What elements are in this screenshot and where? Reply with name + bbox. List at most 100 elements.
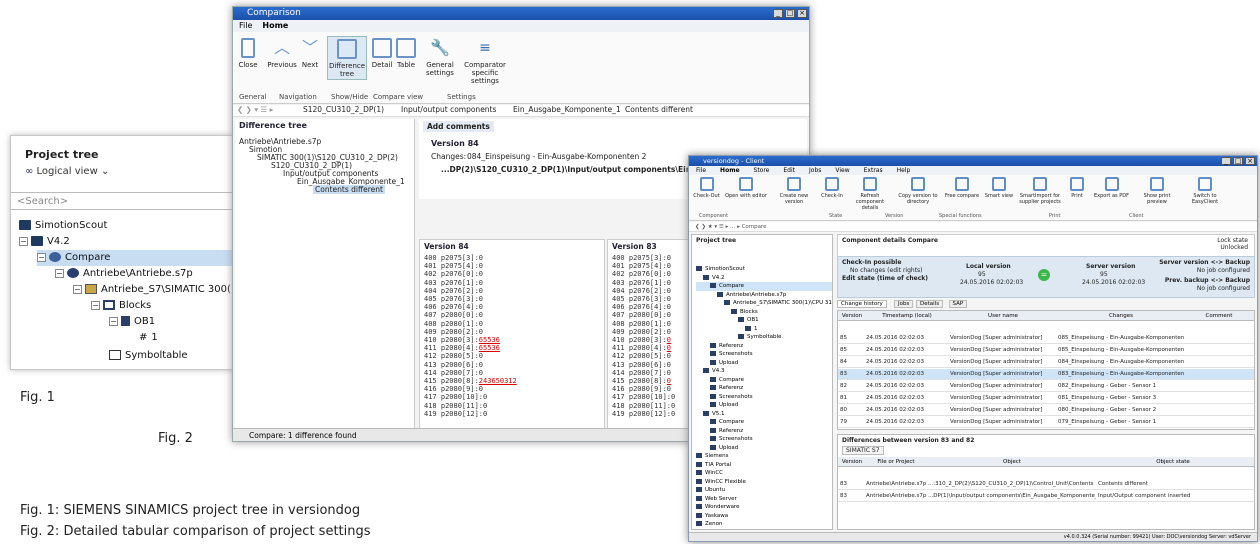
menu-item[interactable]: Home bbox=[720, 167, 739, 174]
ribbon-button[interactable]: SmartImport for supplier projects bbox=[1018, 177, 1062, 205]
tree-item[interactable]: Antriebe_S7\SIMATIC 300(1)\CPU 317 bbox=[696, 299, 832, 308]
tree-item-compare[interactable]: − Compare bbox=[37, 250, 245, 266]
search-input[interactable]: <Search> bbox=[11, 192, 245, 210]
tree-item-project-file[interactable]: − Antriebe\Antriebe.s7p bbox=[55, 266, 193, 282]
breadcrumb-item-3[interactable]: Ein_Ausgabe_Komponente_1 bbox=[513, 105, 621, 114]
next-button[interactable]: ﹀ Next bbox=[299, 38, 321, 69]
column-header[interactable]: Version bbox=[840, 457, 864, 467]
column-header[interactable]: Changes bbox=[1058, 311, 1184, 321]
breadcrumb-item-4[interactable]: Contents different bbox=[625, 105, 693, 114]
close-window-button[interactable]: × bbox=[797, 9, 807, 18]
tree-item[interactable]: Screenshots bbox=[696, 350, 832, 359]
tree-item-ob1[interactable]: − OB1 bbox=[109, 314, 155, 330]
tree-item-network[interactable]: #1 bbox=[139, 330, 158, 346]
tree-item[interactable]: Web Server bbox=[696, 495, 832, 504]
breadcrumb-item-1[interactable]: S120_CU310_2_DP(1) bbox=[303, 105, 384, 114]
menu-item[interactable]: Extras bbox=[864, 167, 883, 174]
difference-tree-button[interactable]: Difference tree bbox=[327, 36, 367, 80]
tree-item[interactable]: Siemens bbox=[696, 452, 832, 461]
tree-item[interactable]: Antriebe\Antriebe.s7p bbox=[696, 291, 832, 300]
menu-item[interactable]: File bbox=[696, 167, 706, 174]
collapse-icon[interactable]: − bbox=[19, 236, 28, 246]
column-header[interactable]: File or Project bbox=[866, 457, 926, 467]
tree-item[interactable]: 1 bbox=[696, 325, 832, 334]
tree-item[interactable]: Zenon bbox=[696, 520, 832, 529]
maximize-button[interactable]: □ bbox=[785, 9, 795, 18]
diff-node-contents[interactable]: Contents different bbox=[313, 185, 385, 194]
tree-item-station[interactable]: − Antriebe_S7\SIMATIC 300(1)\ bbox=[73, 282, 245, 298]
tree-item[interactable]: Yaskawa bbox=[696, 512, 832, 521]
tree-item[interactable]: OB1 bbox=[696, 316, 832, 325]
table-row[interactable]: 84 24.05.2016 02:02:03 VersionDog [Super a… bbox=[838, 357, 1254, 368]
menu-home[interactable]: Home bbox=[262, 21, 288, 30]
collapse-icon[interactable]: − bbox=[73, 284, 82, 294]
ribbon-button[interactable]: Show print preview bbox=[1135, 177, 1179, 205]
maximize-button[interactable]: □ bbox=[1233, 157, 1243, 165]
tree-item-blocks[interactable]: − Blocks bbox=[91, 298, 151, 314]
ribbon-button[interactable]: Open with editor bbox=[724, 177, 768, 199]
close-window-button[interactable]: × bbox=[1245, 157, 1255, 165]
ribbon-button[interactable]: Smart view bbox=[984, 177, 1014, 199]
table-row[interactable]: 82 24.05.2016 02:02:03 VersionDog [Super a… bbox=[838, 381, 1254, 392]
nav-icons[interactable]: ❮ ❯ ★ ▾ ☰ ▸ ... ▸ bbox=[695, 224, 742, 230]
ribbon-button[interactable]: Check-In bbox=[820, 177, 844, 199]
column-header[interactable]: Object bbox=[928, 457, 1096, 467]
tree-item[interactable]: SimotionScout bbox=[696, 265, 832, 274]
table-button[interactable]: Table bbox=[395, 38, 417, 69]
ribbon-button[interactable]: Print bbox=[1066, 177, 1088, 199]
tree-item[interactable]: Wonderware bbox=[696, 503, 832, 512]
back-icon[interactable]: ❮ ❯ ▾ ☰ ▸ bbox=[237, 105, 273, 114]
tree-item[interactable]: Blocks bbox=[696, 308, 832, 317]
column-header[interactable]: Timestamp (local) bbox=[866, 311, 948, 321]
table-row[interactable]: 83 Antriebe\Antriebe.s7p ...DP(1)\Input/ou… bbox=[838, 491, 1254, 502]
breadcrumb-item-2[interactable]: Input/output components bbox=[401, 105, 496, 114]
comparator-settings-button[interactable]: ≡ Comparator specific settings bbox=[459, 38, 511, 85]
tree-item-simotionscout[interactable]: SimotionScout bbox=[19, 218, 107, 234]
breadcrumb-compare[interactable]: Compare bbox=[742, 224, 767, 230]
ribbon-button[interactable]: Refresh component details bbox=[848, 177, 892, 211]
column-header[interactable]: Version bbox=[840, 311, 864, 321]
ribbon-button[interactable]: Create new version bbox=[772, 177, 816, 205]
tree-item-v42[interactable]: − V4.2 bbox=[19, 234, 70, 250]
detail-tab[interactable]: Details bbox=[916, 300, 944, 308]
ribbon-button[interactable]: Copy version to directory bbox=[896, 177, 940, 205]
tree-item[interactable]: Referenz bbox=[696, 427, 832, 436]
minimize-button[interactable]: _ bbox=[1221, 157, 1231, 165]
tree-item[interactable]: WinCC Flexible bbox=[696, 478, 832, 487]
menu-item[interactable]: Help bbox=[897, 167, 911, 174]
tree-item[interactable]: Compare bbox=[696, 376, 832, 385]
ribbon-button[interactable]: Export as PDF bbox=[1092, 177, 1131, 199]
table-row[interactable]: 85 24.05.2016 02:02:03 VersionDog [Super a… bbox=[838, 333, 1254, 344]
ribbon-button[interactable]: Switch to EasyClient bbox=[1183, 177, 1227, 205]
minimize-button[interactable]: _ bbox=[773, 9, 783, 18]
tree-item[interactable]: V4.2 bbox=[696, 274, 832, 283]
detail-tab[interactable]: Change history bbox=[837, 300, 887, 308]
tree-item[interactable]: V5.1 bbox=[696, 410, 832, 419]
collapse-icon[interactable]: − bbox=[55, 268, 64, 278]
previous-button[interactable]: ︿ Previous bbox=[265, 38, 299, 69]
tree-item[interactable]: Upload bbox=[696, 401, 832, 410]
tree-item[interactable]: Ubuntu bbox=[696, 486, 832, 495]
column-header[interactable]: Object state bbox=[1098, 457, 1248, 467]
tree-item[interactable]: Referenz bbox=[696, 342, 832, 351]
general-settings-button[interactable]: 🔧 General settings bbox=[423, 38, 457, 77]
tab-simatic-s7[interactable]: SIMATIC S7 bbox=[842, 446, 884, 455]
tree-item[interactable]: V4.3 bbox=[696, 367, 832, 376]
tree-item[interactable]: TIA Portal bbox=[696, 461, 832, 470]
tree-item[interactable]: Upload bbox=[696, 359, 832, 368]
tree-item[interactable]: Screenshots bbox=[696, 435, 832, 444]
tree-item[interactable]: Referenz bbox=[696, 384, 832, 393]
menu-item[interactable]: Jobs bbox=[809, 167, 821, 174]
collapse-icon[interactable]: − bbox=[37, 252, 46, 262]
detail-tab[interactable]: Jobs bbox=[894, 300, 914, 308]
tree-item[interactable]: WinCC bbox=[696, 469, 832, 478]
menu-item[interactable]: Store bbox=[754, 167, 770, 174]
view-selector[interactable]: ∞ Logical view ⌄ bbox=[25, 166, 109, 177]
collapse-icon[interactable]: − bbox=[91, 300, 100, 310]
tree-item[interactable]: Compare bbox=[696, 282, 832, 291]
table-row[interactable]: 79 24.05.2016 02:02:03 VersionDog [Super a… bbox=[838, 417, 1254, 428]
close-button[interactable]: Close bbox=[237, 38, 259, 69]
tree-item[interactable]: Symboltable bbox=[696, 333, 832, 342]
tree-item[interactable]: Upload bbox=[696, 444, 832, 453]
menu-item[interactable]: Edit bbox=[783, 167, 795, 174]
